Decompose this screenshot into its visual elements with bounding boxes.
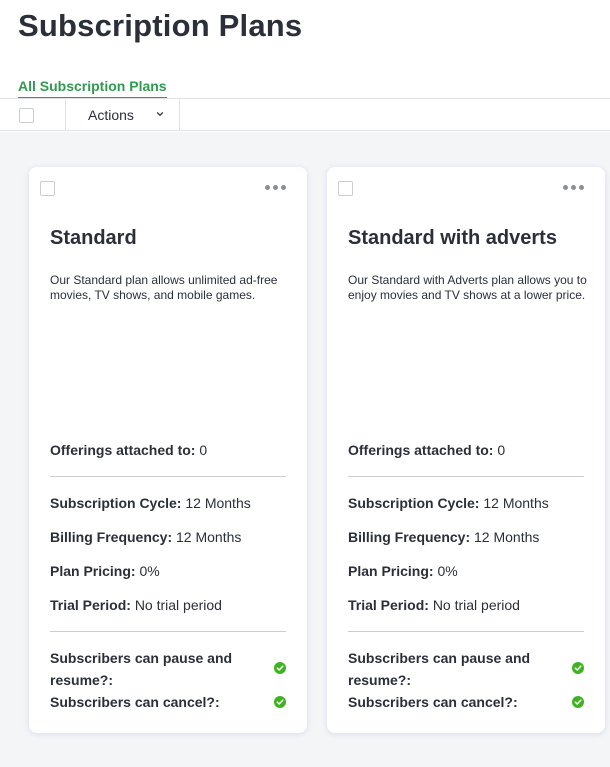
check-circle-icon	[274, 696, 286, 708]
billing-frequency-value: 12 Months	[176, 529, 242, 545]
plan-select-checkbox[interactable]	[338, 181, 353, 196]
plan-description: Our Standard with Adverts plan allows yo…	[348, 273, 587, 302]
plan-pricing-value: 0%	[437, 563, 458, 579]
trial-period-value: No trial period	[432, 597, 520, 613]
plan-select-checkbox[interactable]	[40, 181, 55, 196]
subscription-cycle-value: 12 Months	[185, 495, 251, 511]
check-circle-icon	[274, 662, 286, 674]
cancel-label: Subscribers can cancel?:	[50, 694, 220, 710]
subscription-cycle-label: Subscription Cycle:	[348, 495, 484, 511]
subscription-cycle-value: 12 Months	[483, 495, 549, 511]
offerings-label: Offerings attached to:	[50, 442, 200, 458]
more-options-icon[interactable]	[563, 185, 585, 191]
billing-frequency-value: 12 Months	[474, 529, 540, 545]
cancel-label: Subscribers can cancel?:	[348, 694, 518, 710]
trial-period-label: Trial Period:	[50, 597, 135, 613]
plan-name: Standard	[50, 227, 137, 249]
subscription-cycle: Subscription Cycle: 12 Months	[50, 495, 251, 511]
billing-frequency-label: Billing Frequency:	[348, 529, 475, 545]
subscription-cycle: Subscription Cycle: 12 Months	[348, 495, 549, 511]
chevron-down-icon[interactable]	[155, 109, 165, 119]
offerings-label: Offerings attached to:	[348, 442, 498, 458]
toolbar-divider	[65, 99, 66, 131]
subscription-cycle-label: Subscription Cycle:	[50, 495, 186, 511]
page-title: Subscription Plans	[18, 8, 303, 43]
trial-period: Trial Period: No trial period	[348, 597, 520, 613]
trial-period-value: No trial period	[134, 597, 222, 613]
select-all-checkbox[interactable]	[19, 108, 34, 123]
billing-frequency: Billing Frequency: 12 Months	[348, 529, 539, 545]
plan-description: Our Standard plan allows unlimited ad-fr…	[50, 273, 278, 302]
plan-card[interactable]: Standard Our Standard plan allows unlimi…	[29, 167, 307, 733]
trial-period-label: Trial Period:	[348, 597, 433, 613]
toolbar: Actions	[0, 98, 610, 131]
tab-all-subscription-plans[interactable]: All Subscription Plans	[18, 78, 167, 99]
divider	[348, 631, 584, 632]
divider	[348, 476, 584, 477]
plan-pricing-label: Plan Pricing:	[50, 563, 140, 579]
divider	[50, 631, 286, 632]
plan-name: Standard with adverts	[348, 227, 557, 249]
check-circle-icon	[572, 696, 584, 708]
pause-resume-label: Subscribers can pause and resume?:	[348, 650, 531, 688]
billing-frequency: Billing Frequency: 12 Months	[50, 529, 241, 545]
trial-period: Trial Period: No trial period	[50, 597, 222, 613]
toolbar-divider	[179, 99, 180, 131]
check-circle-icon	[572, 662, 584, 674]
more-options-icon[interactable]	[265, 185, 287, 191]
plan-pricing: Plan Pricing: 0%	[348, 563, 458, 579]
plan-card[interactable]: Standard with adverts Our Standard with …	[327, 167, 605, 733]
plan-pricing-value: 0%	[139, 563, 160, 579]
plan-pricing-label: Plan Pricing:	[348, 563, 438, 579]
billing-frequency-label: Billing Frequency:	[50, 529, 177, 545]
pause-resume-label: Subscribers can pause and resume?:	[50, 650, 233, 688]
offerings-attached: Offerings attached to: 0	[50, 442, 207, 458]
actions-dropdown[interactable]: Actions	[88, 107, 134, 123]
divider	[50, 476, 286, 477]
offerings-value: 0	[497, 442, 506, 458]
plan-pricing: Plan Pricing: 0%	[50, 563, 160, 579]
offerings-value: 0	[199, 442, 208, 458]
page-header: Subscription Plans All Subscription Plan…	[0, 0, 610, 132]
offerings-attached: Offerings attached to: 0	[348, 442, 505, 458]
